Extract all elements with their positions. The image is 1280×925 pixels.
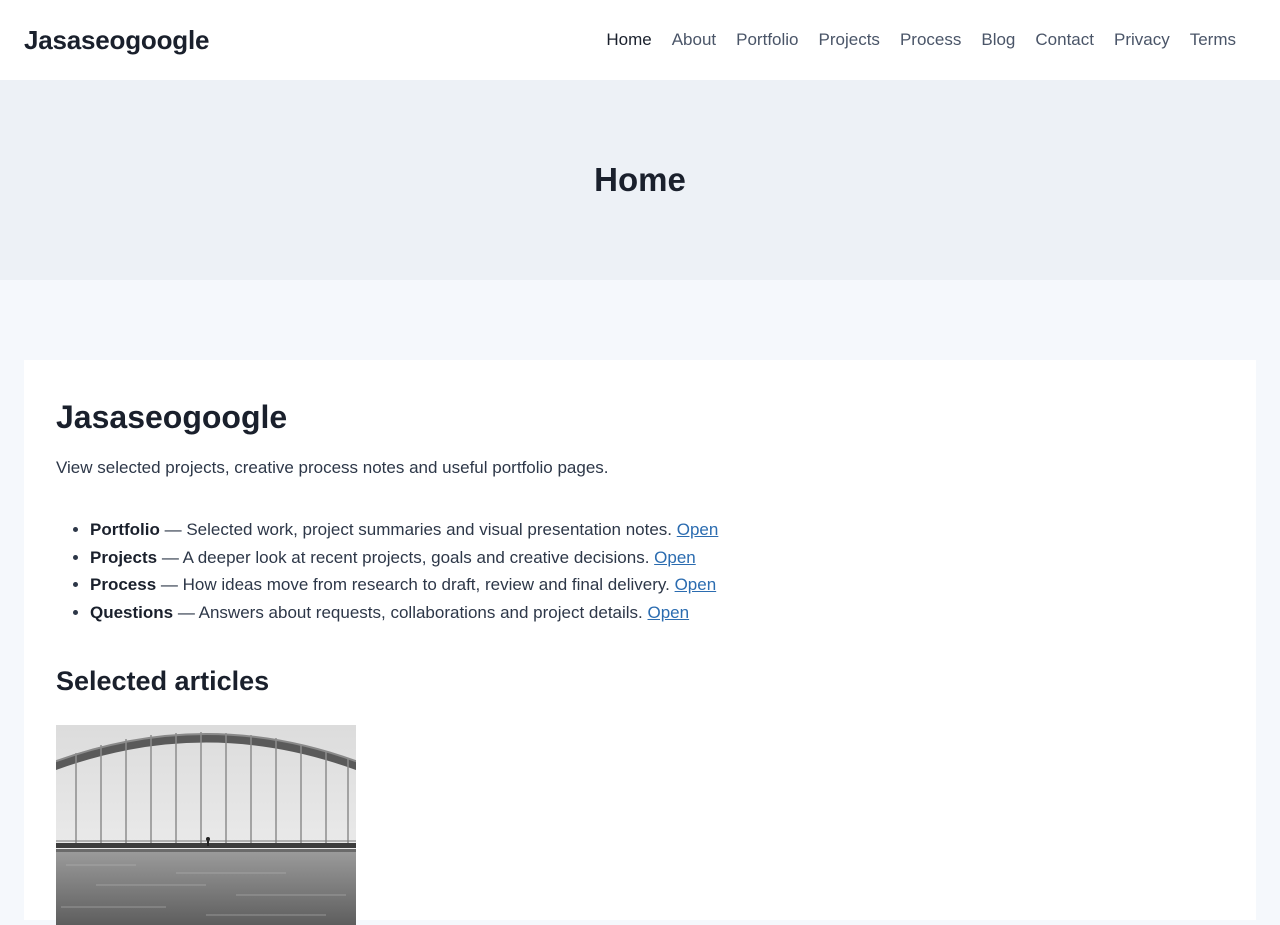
site-title-link[interactable]: Jasaseogoogle [24,25,209,56]
open-link-questions[interactable]: Open [648,603,690,622]
feature-name: Questions [90,602,174,622]
intro-text: View selected projects, creative process… [56,458,609,478]
open-link-projects[interactable]: Open [654,548,696,567]
site-header: Jasaseogoogle Home About Portfolio Proje… [0,0,1280,80]
nav-item-privacy[interactable]: Privacy [1104,30,1180,50]
content-card: Jasaseogoogle View selected projects, cr… [24,360,1256,925]
open-link-process[interactable]: Open [675,575,717,594]
article-thumbnail-bridge[interactable] [56,725,356,925]
list-item: Questions — Answers about requests, coll… [90,599,1224,627]
nav-item-projects[interactable]: Projects [809,30,890,50]
nav-item-portfolio[interactable]: Portfolio [726,30,808,50]
list-item: Projects — A deeper look at recent proje… [90,544,1224,572]
main-nav: Home About Portfolio Projects Process Bl… [596,30,1246,50]
nav-item-terms[interactable]: Terms [1180,30,1246,50]
list-item: Process — How ideas move from research t… [90,571,1224,599]
nav-item-home[interactable]: Home [596,30,661,50]
feature-name: Projects [90,547,158,567]
feature-description: — Selected work, project summaries and v… [159,520,677,540]
content-title: Jasaseogoogle [56,399,288,435]
feature-name: Process [90,575,157,595]
nav-item-process[interactable]: Process [890,30,971,50]
feature-name: Portfolio [90,520,160,540]
feature-description: — Answers about requests, collaborations… [173,602,648,622]
feature-list: Portfolio — Selected work, project summa… [56,516,1224,626]
feature-description: — How ideas move from research to draft,… [156,575,675,595]
feature-description: — A deeper look at recent projects, goal… [157,547,655,567]
nav-item-contact[interactable]: Contact [1025,30,1104,50]
page-title: Home [594,161,686,198]
nav-item-about[interactable]: About [662,30,726,50]
selected-articles-heading: Selected articles [56,666,270,697]
list-item: Portfolio — Selected work, project summa… [90,516,1224,544]
hero-banner: Home [0,80,1280,280]
open-link-portfolio[interactable]: Open [677,520,719,539]
nav-item-blog[interactable]: Blog [971,30,1025,50]
